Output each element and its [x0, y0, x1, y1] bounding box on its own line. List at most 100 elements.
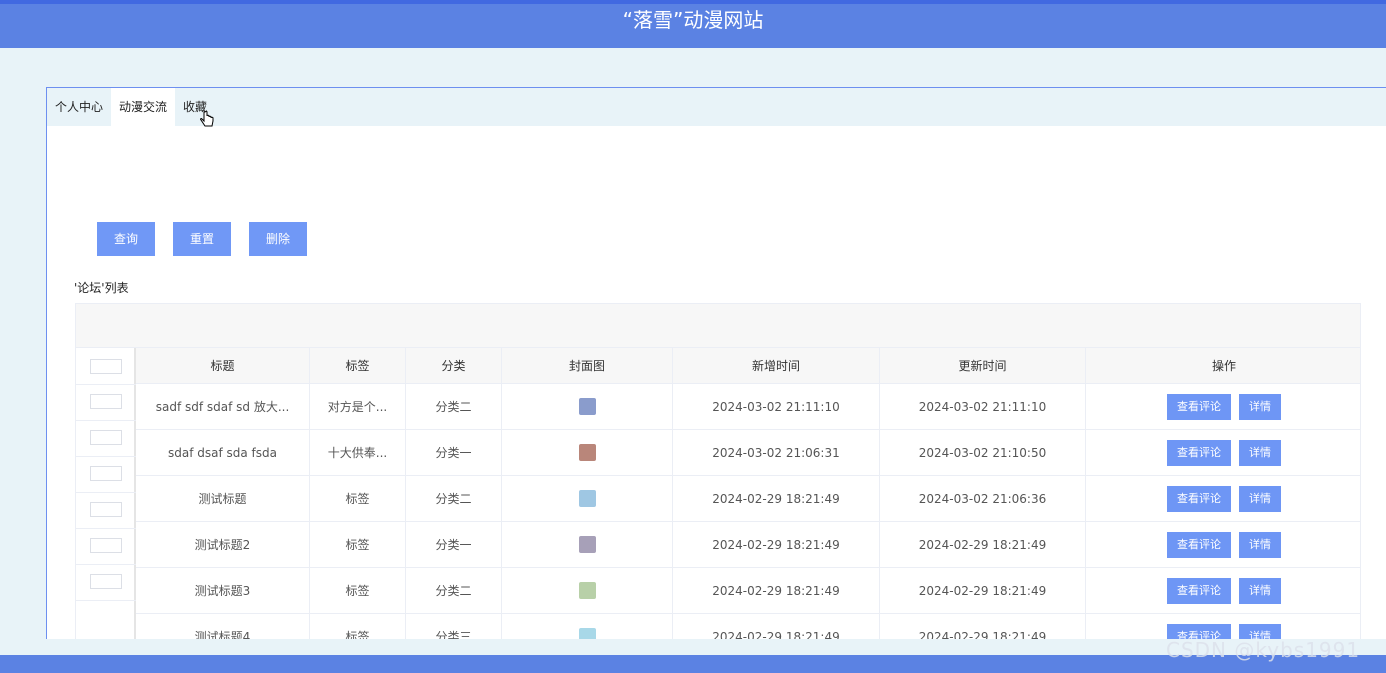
- title-text: 测试标题4: [194, 630, 251, 639]
- table-row: 测试标题3 标签 分类二 2024-02-29 18:21:49 2024-02-29 …: [76, 568, 1360, 614]
- created-text: 2024-02-29 18:21:49: [712, 583, 840, 598]
- divider: [76, 564, 136, 565]
- updated-cell: 2024-02-29 18:21:49: [880, 614, 1086, 639]
- updated-text: 2024-03-02 21:11:10: [918, 399, 1047, 414]
- created-text: 2024-03-02 21:11:10: [712, 399, 840, 414]
- updated-cell: 2024-03-02 21:10:50: [880, 430, 1086, 475]
- app-title: “落雪”动漫网站: [622, 8, 764, 32]
- header-updated[interactable]: 更新时间: [880, 348, 1086, 383]
- detail-button[interactable]: 详情: [1239, 577, 1281, 604]
- updated-cell: 2024-03-02 21:06:36: [880, 476, 1086, 521]
- cover-thumbnail[interactable]: [578, 628, 596, 639]
- detail-button[interactable]: 详情: [1239, 531, 1281, 558]
- table-row: 测试标题 标签 分类二 2024-02-29 18:21:49 2024-03-02 2…: [76, 476, 1360, 522]
- created-text: 2024-02-29 18:21:49: [712, 537, 840, 552]
- view-comments-button[interactable]: 查看评论: [1167, 577, 1231, 604]
- cover-cell: [502, 568, 673, 613]
- app-header: “落雪”动漫网站: [0, 4, 1386, 48]
- category-cell: 分类二: [406, 568, 502, 613]
- title-text: sadf sdf sdaf sd 放大...: [155, 400, 290, 414]
- header-tag[interactable]: 标签: [310, 348, 406, 383]
- row-checkbox[interactable]: [90, 502, 122, 517]
- category-cell: 分类二: [406, 384, 502, 429]
- table-row: 测试标题2 标签 分类一 2024-02-29 18:21:49 2024-02-29 …: [76, 522, 1360, 568]
- actions-cell: 查看评论 详情: [1086, 476, 1360, 521]
- tab-anime-forum[interactable]: 动漫交流: [111, 88, 176, 126]
- cover-cell: [502, 476, 673, 521]
- detail-button[interactable]: 详情: [1239, 439, 1281, 466]
- category-cell: 分类三: [406, 614, 502, 639]
- title-text: 测试标题3: [194, 584, 251, 598]
- tag-text: 标签: [345, 492, 370, 506]
- title-cell: sadf sdf sdaf sd 放大...: [136, 384, 310, 429]
- divider: [76, 600, 136, 601]
- created-text: 2024-02-29 18:21:49: [712, 491, 840, 506]
- header-cover: 封面图: [502, 348, 673, 383]
- table-header-row: 标题 标签 分类 封面图 新增时间 更新时间 操作: [76, 348, 1360, 384]
- table-row: sadf sdf sdaf sd 放大... 对方是个... 分类二 2024-03-…: [76, 384, 1360, 430]
- header-category[interactable]: 分类: [406, 348, 502, 383]
- row-checkbox[interactable]: [90, 574, 122, 589]
- cover-thumbnail[interactable]: [578, 582, 596, 599]
- actions-cell: 查看评论 详情: [1086, 614, 1360, 639]
- title-text: 测试标题: [198, 492, 247, 506]
- created-text: 2024-03-02 21:06:31: [712, 445, 840, 460]
- updated-text: 2024-03-02 21:10:50: [918, 445, 1047, 460]
- title-text: sdaf dsaf sda fsda: [167, 445, 277, 460]
- select-all-checkbox[interactable]: [90, 359, 122, 374]
- cover-cell: [502, 614, 673, 639]
- row-checkbox[interactable]: [90, 394, 122, 409]
- header-created[interactable]: 新增时间: [673, 348, 880, 383]
- cover-thumbnail[interactable]: [578, 398, 596, 415]
- row-checkbox[interactable]: [90, 466, 122, 481]
- header-actions: 操作: [1211, 359, 1236, 373]
- category-text: 分类二: [435, 492, 472, 506]
- hand-cursor-icon: [200, 111, 214, 127]
- category-cell: 分类二: [406, 476, 502, 521]
- title-cell: 测试标题2: [136, 522, 310, 567]
- category-text: 分类二: [435, 400, 472, 414]
- filter-buttons: 查询 重置 删除: [97, 222, 325, 256]
- row-checkbox[interactable]: [90, 430, 122, 445]
- updated-text: 2024-02-29 18:21:49: [918, 537, 1047, 552]
- watermark: CSDN @kybs1991: [1166, 638, 1361, 662]
- created-cell: 2024-03-02 21:06:31: [673, 430, 880, 475]
- reset-button[interactable]: 重置: [173, 222, 231, 256]
- created-cell: 2024-02-29 18:21:49: [673, 522, 880, 567]
- updated-cell: 2024-02-29 18:21:49: [880, 522, 1086, 567]
- updated-text: 2024-02-29 18:21:49: [918, 629, 1047, 640]
- view-comments-button[interactable]: 查看评论: [1167, 393, 1231, 420]
- title-cell: 测试标题3: [136, 568, 310, 613]
- detail-button[interactable]: 详情: [1239, 393, 1281, 420]
- search-button[interactable]: 查询: [97, 222, 155, 256]
- created-text: 2024-02-29 18:21:49: [712, 629, 840, 640]
- cover-cell: [502, 522, 673, 567]
- checkbox-column: [76, 348, 136, 639]
- view-comments-button[interactable]: 查看评论: [1167, 485, 1231, 512]
- actions-cell: 查看评论 详情: [1086, 522, 1360, 567]
- created-cell: 2024-02-29 18:21:49: [673, 614, 880, 639]
- delete-button[interactable]: 删除: [249, 222, 307, 256]
- tag-cell: 标签: [310, 568, 406, 613]
- category-cell: 分类一: [406, 522, 502, 567]
- created-cell: 2024-02-29 18:21:49: [673, 476, 880, 521]
- view-comments-button[interactable]: 查看评论: [1167, 531, 1231, 558]
- row-checkbox[interactable]: [90, 538, 122, 553]
- detail-button[interactable]: 详情: [1239, 623, 1281, 639]
- view-comments-button[interactable]: 查看评论: [1167, 439, 1231, 466]
- actions-cell: 查看评论 详情: [1086, 430, 1360, 475]
- divider: [76, 492, 136, 493]
- actions-cell: 查看评论 详情: [1086, 568, 1360, 613]
- cover-thumbnail[interactable]: [578, 536, 596, 553]
- view-comments-button[interactable]: 查看评论: [1167, 623, 1231, 639]
- tab-bar: 个人中心 动漫交流 收藏: [47, 88, 1386, 126]
- header-title[interactable]: 标题: [136, 348, 310, 383]
- updated-text: 2024-02-29 18:21:49: [918, 583, 1047, 598]
- divider: [76, 420, 136, 421]
- tab-personal-center[interactable]: 个人中心: [47, 88, 111, 126]
- divider: [76, 528, 136, 529]
- detail-button[interactable]: 详情: [1239, 485, 1281, 512]
- tag-text: 标签: [345, 630, 370, 639]
- cover-thumbnail[interactable]: [578, 490, 596, 507]
- cover-thumbnail[interactable]: [578, 444, 596, 461]
